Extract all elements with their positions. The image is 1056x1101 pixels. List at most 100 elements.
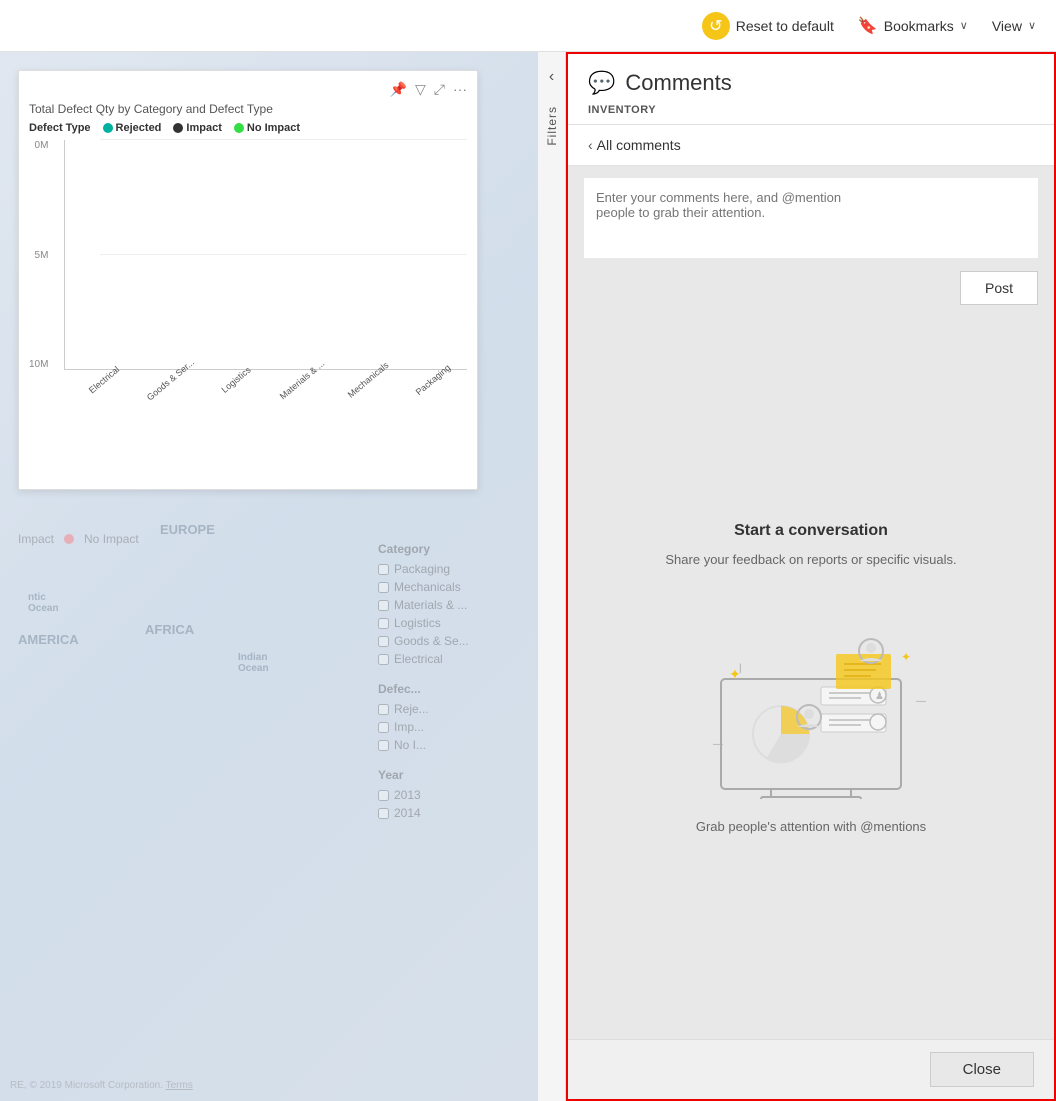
- bars-area: [64, 140, 467, 370]
- checkbox-logistics-label: Logistics: [394, 616, 441, 630]
- rejected-dot: [103, 123, 113, 133]
- checkbox-impact[interactable]: Imp...: [378, 720, 518, 734]
- comment-input-area: Post: [568, 166, 1054, 317]
- checkbox-packaging-label: Packaging: [394, 562, 450, 576]
- faded-no-impact-dot: [64, 534, 74, 544]
- checkbox-goods[interactable]: Goods & Se...: [378, 634, 518, 648]
- chart-title: Total Defect Qty by Category and Defect …: [29, 102, 467, 116]
- checkbox-2014-label: 2014: [394, 806, 421, 820]
- svg-text:|: |: [739, 663, 742, 674]
- toolbar: ↺ Reset to default 🔖 Bookmarks ∨ View ∨: [0, 0, 1056, 52]
- checkbox-2013-label: 2013: [394, 788, 421, 802]
- svg-text:♟: ♟: [875, 691, 884, 702]
- svg-text:—: —: [916, 696, 926, 707]
- back-chevron-icon: ‹: [588, 137, 593, 153]
- start-conversation-desc: Share your feedback on reports or specif…: [665, 550, 956, 570]
- faded-legend: Impact No Impact: [18, 532, 139, 546]
- reset-to-default-button[interactable]: ↺ Reset to default: [702, 12, 834, 40]
- faded-no-impact-label: No Impact: [84, 532, 139, 546]
- reset-label: Reset to default: [736, 18, 834, 34]
- impact-label: Impact: [186, 122, 221, 134]
- svg-text:—: —: [713, 739, 723, 750]
- expand-icon[interactable]: ⤢: [434, 81, 445, 98]
- conversation-illustration: ♟ ✦ ✦ —: [661, 599, 961, 799]
- bookmarks-label: Bookmarks: [884, 18, 954, 34]
- checkbox-materials-label: Materials & ...: [394, 598, 467, 612]
- no-impact-label: No Impact: [247, 122, 300, 134]
- y-label-5m: 5M: [35, 250, 49, 261]
- checkbox-packaging-input[interactable]: [378, 564, 389, 575]
- filter-icon[interactable]: ▽: [415, 81, 426, 98]
- view-chevron: ∨: [1028, 19, 1036, 32]
- checkbox-rejected[interactable]: Reje...: [378, 702, 518, 716]
- checkbox-mechanicals-label: Mechanicals: [394, 580, 461, 594]
- pin-icon[interactable]: 📌: [390, 81, 407, 98]
- reset-icon: ↺: [702, 12, 730, 40]
- view-label: View: [992, 18, 1022, 34]
- more-options-icon[interactable]: ···: [453, 81, 467, 98]
- checkbox-2014-input[interactable]: [378, 808, 389, 819]
- checkbox-2014[interactable]: 2014: [378, 806, 518, 820]
- checkbox-mechanicals[interactable]: Mechanicals: [378, 580, 518, 594]
- checkbox-electrical-input[interactable]: [378, 654, 389, 665]
- svg-text:✦: ✦: [901, 650, 911, 664]
- comments-title: 💬 Comments: [588, 70, 1034, 96]
- category-header: Category: [378, 542, 518, 556]
- checkbox-noimpact[interactable]: No I...: [378, 738, 518, 752]
- x-labels: Electrical Goods & Ser... Logistics Mate…: [64, 370, 467, 420]
- legend-rejected: Rejected: [103, 122, 162, 134]
- year-header: Year: [378, 768, 518, 782]
- post-button[interactable]: Post: [960, 271, 1038, 305]
- checkbox-noimpact-input[interactable]: [378, 740, 389, 751]
- bookmark-icon: 🔖: [858, 16, 878, 36]
- legend-impact: Impact: [173, 122, 221, 134]
- comment-textarea[interactable]: [584, 178, 1038, 258]
- checkbox-packaging[interactable]: Packaging: [378, 562, 518, 576]
- legend-defect-type-label: Defect Type: [29, 122, 91, 134]
- impact-dot: [173, 123, 183, 133]
- checkbox-logistics[interactable]: Logistics: [378, 616, 518, 630]
- checkbox-materials-input[interactable]: [378, 600, 389, 611]
- y-axis: 10M 5M 0M: [29, 140, 52, 370]
- start-conversation-title: Start a conversation: [734, 522, 888, 540]
- comments-icon: 💬: [588, 70, 615, 96]
- post-button-row: Post: [584, 271, 1038, 305]
- checkbox-goods-label: Goods & Se...: [394, 634, 469, 648]
- comments-panel: 💬 Comments INVENTORY ‹ All comments Post…: [566, 52, 1056, 1101]
- checkbox-materials[interactable]: Materials & ...: [378, 598, 518, 612]
- checkbox-mechanicals-input[interactable]: [378, 582, 389, 593]
- checkbox-impact-label: Imp...: [394, 720, 424, 734]
- all-comments-back-link[interactable]: ‹ All comments: [568, 125, 1054, 166]
- checkbox-logistics-input[interactable]: [378, 618, 389, 629]
- y-label-0m: 0M: [35, 140, 49, 151]
- sidebar-collapse-button[interactable]: ‹ Filters: [538, 52, 566, 1101]
- checkbox-electrical[interactable]: Electrical: [378, 652, 518, 666]
- checkbox-impact-input[interactable]: [378, 722, 389, 733]
- grid-line-50: [100, 254, 467, 255]
- close-button[interactable]: Close: [930, 1052, 1034, 1087]
- start-conversation-area: Start a conversation Share your feedback…: [568, 317, 1054, 1039]
- checkbox-2013-input[interactable]: [378, 790, 389, 801]
- checkbox-noimpact-label: No I...: [394, 738, 426, 752]
- comments-title-text: Comments: [625, 70, 731, 96]
- filters-label: Filters: [545, 106, 559, 146]
- bookmarks-button[interactable]: 🔖 Bookmarks ∨: [858, 16, 968, 36]
- defect-header: Defec...: [378, 682, 518, 696]
- faded-area: Impact No Impact Category Packaging Mech…: [0, 502, 538, 1101]
- bookmarks-chevron: ∨: [960, 19, 968, 32]
- no-impact-dot: [234, 123, 244, 133]
- checkbox-goods-input[interactable]: [378, 636, 389, 647]
- grid-line-100: [100, 139, 467, 140]
- view-button[interactable]: View ∨: [992, 18, 1036, 34]
- grab-attention-text: Grab people's attention with @mentions: [696, 819, 926, 834]
- main-area: EUROPE AFRICA AMERICA nticOcean IndianOc…: [0, 52, 1056, 1101]
- chart-legend: Defect Type Rejected Impact No Impact: [29, 122, 467, 134]
- checkbox-rejected-input[interactable]: [378, 704, 389, 715]
- legend-no-impact: No Impact: [234, 122, 300, 134]
- checkbox-2013[interactable]: 2013: [378, 788, 518, 802]
- checkbox-electrical-label: Electrical: [394, 652, 443, 666]
- chart-card: 📌 ▽ ⤢ ··· Total Defect Qty by Category a…: [18, 70, 478, 490]
- terms-link[interactable]: Terms: [166, 1080, 193, 1091]
- category-panel: Category Packaging Mechanicals Materials…: [378, 542, 518, 824]
- y-label-10m: 10M: [29, 359, 48, 370]
